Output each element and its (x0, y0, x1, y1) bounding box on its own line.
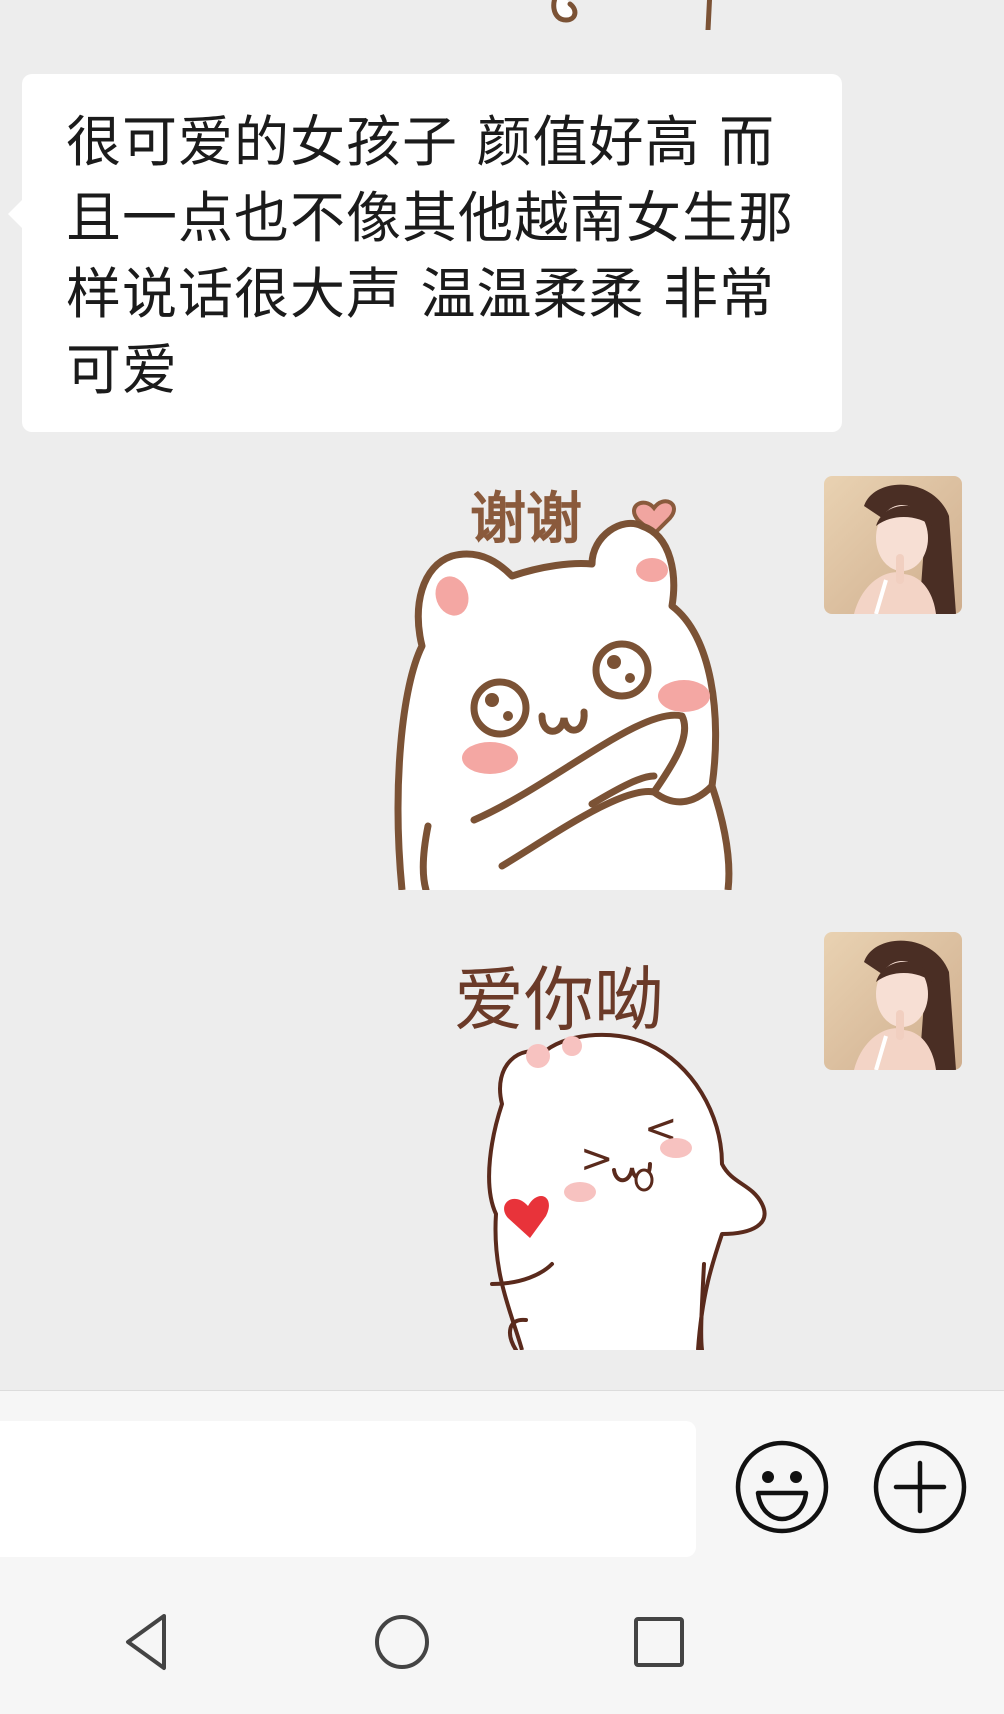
avatar-photo (824, 476, 962, 614)
cropped-sticker-top[interactable] (540, 0, 740, 34)
triangle-back-icon (126, 1614, 166, 1670)
emoji-button[interactable] (734, 1439, 830, 1535)
chat-screen: 很可爱的女孩子 颜值好高 而且一点也不像其他越南女生那样说话很大声 温温柔柔 非… (0, 0, 1004, 1714)
cat-thank-you-sticker[interactable]: 谢谢 (392, 486, 782, 890)
chat-area[interactable]: 很可爱的女孩子 颜值好高 而且一点也不像其他越南女生那样说话很大声 温温柔柔 非… (0, 0, 1004, 1390)
circle-home-icon (375, 1615, 429, 1669)
message-input[interactable] (0, 1421, 696, 1557)
nav-recents-button[interactable] (622, 1606, 694, 1678)
incoming-message-text: 很可爱的女孩子 颜值好高 而且一点也不像其他越南女生那样说话很大声 温温柔柔 非… (66, 110, 795, 402)
avatar-photo-2 (824, 932, 962, 1070)
my-avatar-2[interactable] (824, 932, 962, 1070)
my-avatar[interactable] (824, 476, 962, 614)
nav-back-button[interactable] (112, 1606, 184, 1678)
nav-home-button[interactable] (366, 1606, 438, 1678)
plus-circle-icon (873, 1440, 967, 1534)
bear-love-you-sticker[interactable]: 爱你呦 > < (452, 934, 792, 1350)
system-navigation-bar (0, 1560, 1004, 1714)
incoming-message-bubble[interactable]: 很可爱的女孩子 颜值好高 而且一点也不像其他越南女生那样说话很大声 温温柔柔 非… (8, 74, 842, 432)
smiley-face-icon (735, 1440, 829, 1534)
sticker-text-love-you: 爱你呦 (454, 959, 664, 1041)
square-recents-icon (634, 1617, 684, 1667)
svg-text:>: > (580, 1136, 614, 1182)
sticker-text-thanks: 谢谢 (470, 487, 582, 552)
more-button[interactable] (872, 1439, 968, 1535)
chat-input-bar (0, 1390, 1004, 1561)
